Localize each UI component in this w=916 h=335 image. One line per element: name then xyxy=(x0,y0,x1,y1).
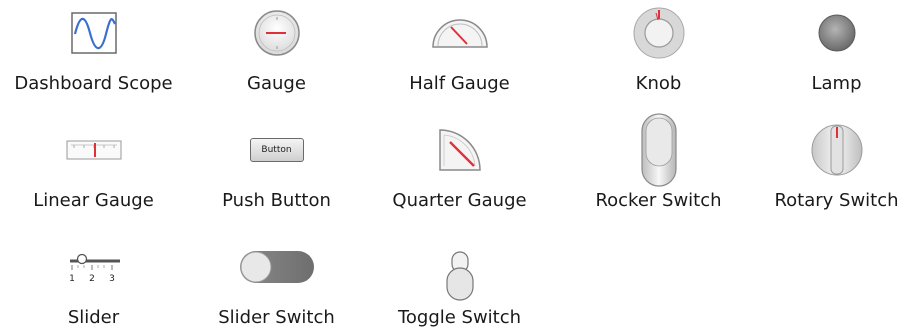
slider-tick-label: 1 xyxy=(69,274,75,284)
palette-item-label: Slider xyxy=(67,307,120,328)
knob-icon xyxy=(567,3,750,63)
palette-item-label: Knob xyxy=(635,73,682,94)
palette-item-label: Lamp xyxy=(811,73,862,94)
push-button-text: Button xyxy=(249,138,304,162)
palette-item-label: Half Gauge xyxy=(409,73,510,94)
toggle-switch-icon xyxy=(368,245,551,307)
palette-item-label: Rocker Switch xyxy=(595,190,722,211)
push-button-icon: Button xyxy=(185,120,368,180)
gauge-icon xyxy=(185,3,368,63)
rotary-switch-icon xyxy=(745,120,916,180)
quarter-gauge-icon xyxy=(368,120,551,180)
slider-tick-label: 3 xyxy=(109,274,115,284)
palette-item-label: Push Button xyxy=(222,190,331,211)
palette-item-label: Gauge xyxy=(247,73,306,94)
slider-icon: 1 2 3 xyxy=(2,237,185,297)
half-gauge-icon xyxy=(368,3,551,63)
lamp-icon xyxy=(745,3,916,63)
palette-item-label: Dashboard Scope xyxy=(14,73,173,94)
linear-gauge-icon xyxy=(2,120,185,180)
palette-item-label: Quarter Gauge xyxy=(392,190,527,211)
palette-item-label: Rotary Switch xyxy=(774,190,899,211)
block-palette: Dashboard Scope Gauge Half Gauge Knob La… xyxy=(0,0,916,335)
slider-tick-label: 2 xyxy=(89,274,95,284)
slider-switch-icon xyxy=(185,237,368,297)
rocker-switch-icon xyxy=(567,113,750,187)
palette-item-label: Slider Switch xyxy=(218,307,335,328)
palette-item-label: Toggle Switch xyxy=(397,307,522,328)
dashboard-scope-icon xyxy=(2,3,185,63)
palette-item-label: Linear Gauge xyxy=(33,190,154,211)
